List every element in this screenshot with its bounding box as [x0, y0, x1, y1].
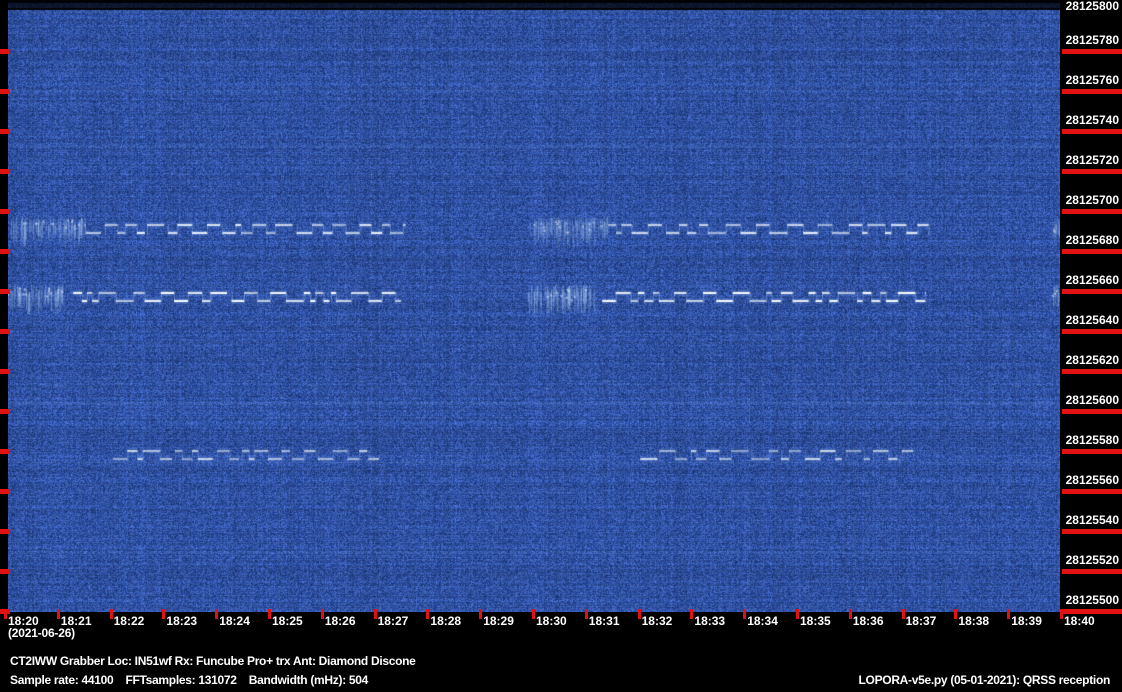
software-info: LOPORA-v5e.py (05-01-2021): QRSS recepti… [858, 673, 1111, 687]
time-tick-label: 18:32 [641, 614, 673, 628]
time-tick-label: 18:22 [113, 614, 145, 628]
time-tick-label: 18:30 [536, 614, 567, 628]
time-tick [320, 609, 324, 619]
time-tick [215, 609, 219, 619]
time-tick [954, 609, 958, 619]
time-tick-label: 18:40 [1064, 614, 1095, 628]
time-tick [109, 609, 113, 619]
time-tick [532, 609, 535, 619]
time-tick-label: 18:29 [483, 614, 514, 628]
station-info: CT2IWW Grabber Loc: IN51wf Rx: Funcube P… [10, 654, 416, 668]
time-tick-label: 18:35 [800, 614, 831, 628]
time-tick [796, 609, 799, 619]
time-tick-label: 18:31 [588, 614, 620, 628]
time-axis: 18:20 18:21 18:22 18:23 18:24 18:25 18:26 18:27… [0, 0, 1122, 692]
time-tick-label: 18:26 [324, 614, 356, 628]
time-tick [268, 609, 271, 619]
time-tick-label: 18:27 [377, 614, 409, 628]
time-tick [1060, 609, 1063, 619]
capture-settings: Sample rate: 44100 FFTsamples: 131072 Ba… [10, 673, 369, 687]
time-tick-label: 18:25 [272, 614, 303, 628]
time-tick [4, 609, 7, 619]
time-tick-label: 18:36 [852, 614, 884, 628]
time-tick [743, 609, 747, 619]
time-tick-label: 18:34 [747, 614, 778, 628]
time-tick [373, 609, 377, 619]
time-tick [848, 609, 852, 619]
time-tick [584, 609, 588, 619]
time-tick [1007, 609, 1011, 619]
time-tick [426, 609, 430, 619]
date-label: (2021-06-26) [8, 626, 75, 640]
time-tick-label: 18:38 [958, 614, 990, 628]
time-tick [162, 609, 166, 619]
time-tick-label: 18:37 [905, 614, 937, 628]
time-tick-label: 18:28 [430, 614, 462, 628]
time-tick [690, 609, 694, 619]
time-tick-label: 18:39 [1011, 614, 1042, 628]
qrss-grabber-screen: 28125800 28125780 28125760 28125740 28125720… [0, 0, 1122, 692]
time-tick [479, 609, 483, 619]
time-tick-label: 18:24 [219, 614, 250, 628]
time-tick-label: 18:23 [166, 614, 198, 628]
time-tick [637, 609, 641, 619]
time-tick-label: 18:33 [694, 614, 726, 628]
time-tick [56, 609, 60, 619]
time-tick [901, 609, 905, 619]
